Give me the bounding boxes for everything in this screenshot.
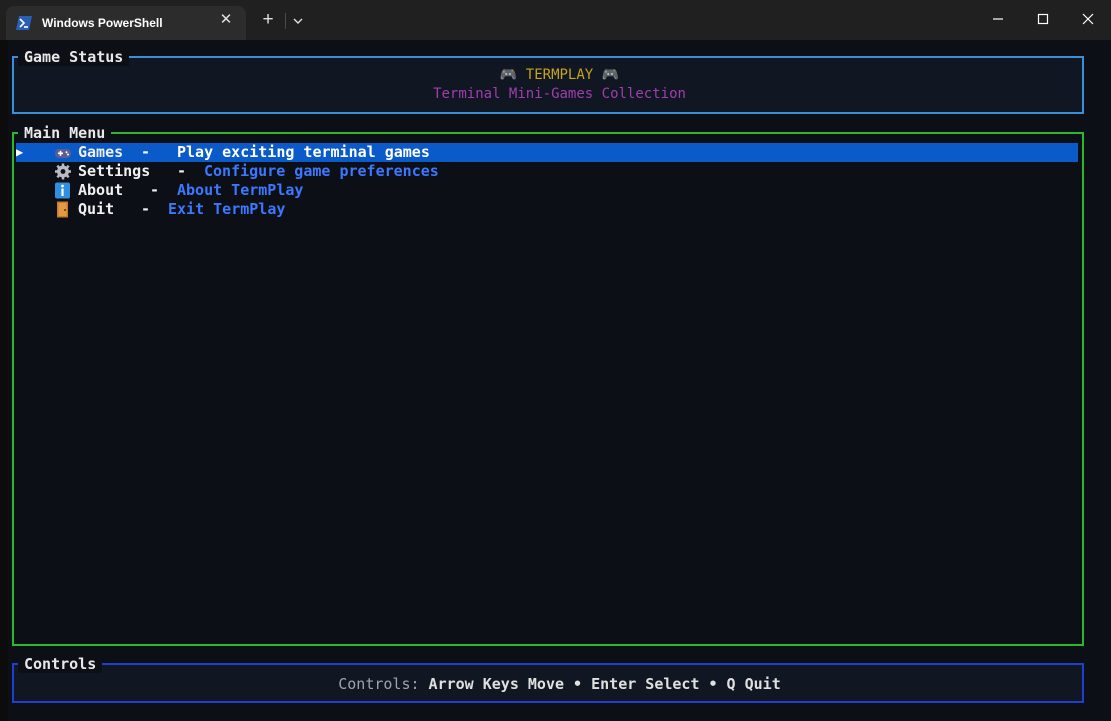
controls-keys: Arrow Keys Move • Enter Select • Q Quit <box>428 675 781 693</box>
powershell-icon <box>16 16 32 30</box>
menu-item-separator: - <box>141 143 151 161</box>
game-status-panel <box>12 56 1084 114</box>
close-tab-button[interactable]: ✕ <box>218 12 234 28</box>
menu-item-separator: - <box>141 200 151 218</box>
maximize-icon <box>1037 13 1049 25</box>
close-icon <box>1082 13 1094 25</box>
app-name: 🎮 TERMPLAY 🎮 <box>499 67 620 83</box>
menu-item-separator: - <box>150 181 160 199</box>
title-bar: Windows PowerShell ✕ + <box>0 0 1111 40</box>
controls-title: Controls <box>18 655 103 673</box>
gear-icon <box>55 163 71 180</box>
tab-powershell[interactable]: Windows PowerShell ✕ <box>6 6 246 40</box>
tab-divider <box>285 13 286 29</box>
menu-item-label: Games <box>78 143 124 161</box>
tab-title: Windows PowerShell <box>42 16 163 30</box>
menu-item-about[interactable]: About - About TermPlay <box>16 181 1078 200</box>
selection-cursor-icon: ▶ <box>16 145 24 159</box>
main-menu-title: Main Menu <box>18 124 112 142</box>
door-icon <box>57 201 68 218</box>
menu-item-label: About <box>78 181 124 199</box>
app-subtitle: Terminal Mini-Games Collection <box>433 86 686 102</box>
menu-item-games[interactable]: ▶ Games - Play exciting terminal games <box>16 143 1078 162</box>
menu-item-description: Exit TermPlay <box>168 200 286 218</box>
menu-item-quit[interactable]: Quit - Exit TermPlay <box>16 200 1078 219</box>
new-tab-button[interactable]: + <box>258 10 278 30</box>
close-window-button[interactable] <box>1065 0 1111 38</box>
menu-item-description: Play exciting terminal games <box>177 143 430 161</box>
minimize-button[interactable] <box>975 0 1021 38</box>
menu-item-label: Settings <box>78 162 151 180</box>
menu-item-settings[interactable]: Settings - Configure game preferences <box>16 162 1078 181</box>
maximize-button[interactable] <box>1020 0 1066 38</box>
gamepad-icon <box>55 149 71 158</box>
terminal-area[interactable]: Game Status 🎮 TERMPLAY 🎮 Terminal Mini-G… <box>8 40 1111 721</box>
info-icon <box>55 182 70 199</box>
game-status-title: Game Status <box>18 48 130 66</box>
menu-item-description: Configure game preferences <box>204 162 439 180</box>
menu-item-label: Quit <box>78 200 115 218</box>
controls-label: Controls: <box>338 675 420 693</box>
minimize-icon <box>993 18 1003 20</box>
menu-item-separator: - <box>177 162 187 180</box>
menu-item-description: About TermPlay <box>177 181 304 199</box>
controls-hint: Controls: Arrow Keys Move • Enter Select… <box>8 675 1111 693</box>
chevron-down-icon[interactable] <box>290 13 306 29</box>
